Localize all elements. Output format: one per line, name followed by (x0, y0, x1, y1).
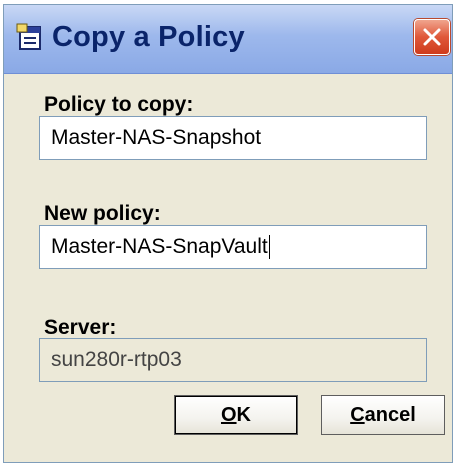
new-policy-value: Master-NAS-SnapVault (51, 235, 268, 258)
server-value: sun280r-rtp03 (51, 348, 182, 371)
title-bar[interactable]: Copy a Policy (4, 5, 452, 74)
policy-to-copy-value: Master-NAS-Snapshot (51, 126, 262, 149)
cancel-button[interactable]: Cancel (321, 395, 445, 435)
policy-to-copy-label: Policy to copy: (44, 93, 194, 116)
new-policy-label: New policy: (44, 202, 161, 225)
ok-mnemonic: O (220, 404, 237, 426)
close-button[interactable] (414, 19, 450, 55)
cancel-mnemonic: C (350, 404, 365, 426)
close-icon (423, 28, 441, 46)
new-policy-field[interactable]: Master-NAS-SnapVault (39, 225, 427, 269)
dialog-title: Copy a Policy (52, 21, 245, 53)
ok-button[interactable]: OK (174, 395, 298, 435)
server-field: sun280r-rtp03 (39, 338, 427, 382)
server-label: Server: (44, 316, 117, 339)
text-caret (268, 235, 270, 260)
copy-policy-dialog: Copy a Policy Policy to copy: Master-NAS… (3, 4, 453, 463)
cancel-label-rest: ancel (364, 404, 416, 426)
window-icon (15, 22, 43, 52)
policy-to-copy-field[interactable]: Master-NAS-Snapshot (39, 116, 427, 160)
ok-label-rest: K (236, 404, 251, 426)
